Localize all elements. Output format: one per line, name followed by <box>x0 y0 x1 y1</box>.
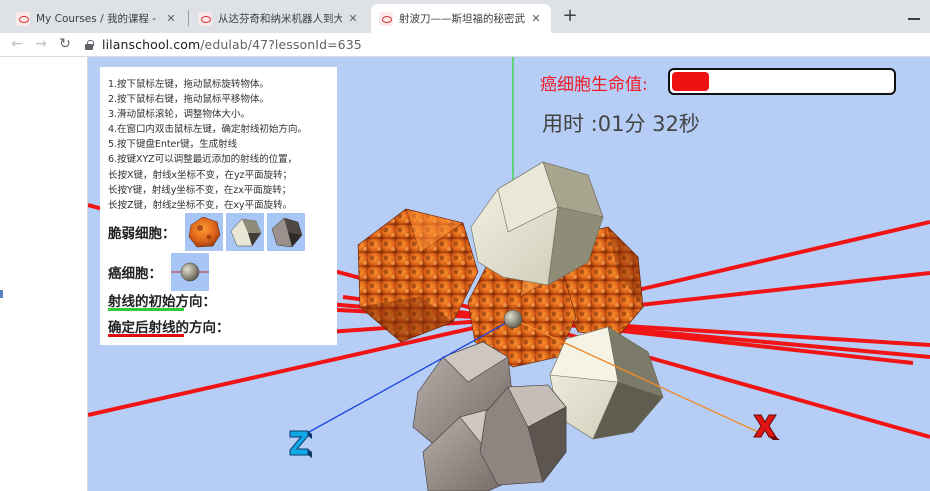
url-path: /edulab/47?lessonId=635 <box>200 37 362 52</box>
confirmed-ray-legend-line <box>108 334 184 337</box>
cancer-cell-thumbnail <box>171 253 209 291</box>
initial-ray-label: 射线的初始方向： <box>108 294 216 310</box>
instruction-line: 4.在窗口内双击鼠标左键，确定射线初始方向。 <box>108 124 307 136</box>
browser-toolbar: ← → ↻ lilanschool.com/edulab/47?lessonId… <box>0 33 930 57</box>
orange-cell-thumbnail <box>185 213 223 251</box>
scroll-marker <box>0 290 3 298</box>
site-favicon-icon <box>16 11 30 26</box>
tab-title: 射波刀——斯坦福的秘密武器 - <box>399 13 525 25</box>
tab-strip: My Courses / 我的课程 - Learn ✕ 从达芬奇和纳米机器人到大… <box>0 0 930 33</box>
site-favicon-icon <box>198 11 212 26</box>
cancer-cell <box>503 309 523 329</box>
tab-cyberknife[interactable]: 射波刀——斯坦福的秘密武器 - ✕ <box>371 4 551 33</box>
address-bar[interactable]: lilanschool.com/edulab/47?lessonId=635 <box>84 35 362 54</box>
close-tab-icon[interactable]: ✕ <box>529 12 543 25</box>
instruction-line: 6.按键XYZ可以调整最近添加的射线的位置， <box>108 154 298 166</box>
initial-ray-legend-line <box>108 308 184 311</box>
confirmed-ray-label: 确定后射线的方向： <box>108 320 230 336</box>
instruction-line: 长按Y键，射线y坐标不变，在zx平面旋转； <box>108 184 292 196</box>
lock-icon <box>84 39 94 50</box>
tab-title: 从达芬奇和纳米机器人到大白(16 <box>218 13 342 25</box>
z-axis-label-icon <box>289 430 312 458</box>
close-tab-icon[interactable]: ✕ <box>346 12 360 25</box>
instruction-line: 1.按下鼠标左键，拖动鼠标旋转物体。 <box>108 79 269 90</box>
new-tab-button[interactable]: + <box>560 6 580 26</box>
elapsed-time: 用时 :01分 32秒 <box>542 112 700 136</box>
cancer-life-bar <box>668 68 896 95</box>
cancer-life-display: 癌细胞生命值: <box>540 70 648 95</box>
reload-icon[interactable]: ↻ <box>56 35 74 53</box>
grey-cell-thumbnail <box>267 213 305 251</box>
back-arrow-icon[interactable]: ← <box>8 35 26 53</box>
instruction-line: 长按X键，射线x坐标不变，在yz平面旋转； <box>108 169 292 181</box>
minimize-window-icon[interactable] <box>908 18 920 20</box>
left-margin <box>0 57 88 491</box>
x-axis-label-icon <box>753 414 780 440</box>
cancer-life-bar-fill <box>672 72 710 91</box>
instruction-line: 5.按下键盘Enter键，生成射线 <box>108 139 238 151</box>
instruction-line: 3.滑动鼠标滚轮，调整物体大小。 <box>108 109 250 121</box>
instruction-line: 2.按下鼠标右键，拖动鼠标平移物体。 <box>108 94 269 106</box>
cancer-life-label: 癌细胞生命值: <box>540 75 648 95</box>
tab-title: My Courses / 我的课程 - Learn <box>36 13 160 25</box>
tab-nanorobots[interactable]: 从达芬奇和纳米机器人到大白(16 ✕ <box>190 4 368 33</box>
tab-my-courses[interactable]: My Courses / 我的课程 - Learn ✕ <box>8 4 186 33</box>
cancer-cell-label: 癌细胞： <box>108 266 162 282</box>
close-tab-icon[interactable]: ✕ <box>164 12 178 25</box>
cancer-cell-thumbnails <box>171 253 209 291</box>
forward-arrow-icon[interactable]: → <box>32 35 50 53</box>
white-cell-thumbnail <box>226 213 264 251</box>
site-favicon-icon <box>379 11 393 26</box>
instructions-panel: 1.按下鼠标左键，拖动鼠标旋转物体。 2.按下鼠标右键，拖动鼠标平移物体。 3.… <box>100 67 337 345</box>
url-host: lilanschool.com <box>102 37 201 52</box>
instruction-line: 长按Z键，射线z坐标不变，在xy平面旋转。 <box>108 199 292 211</box>
fragile-cell-label: 脆弱细胞： <box>108 226 176 242</box>
tab-separator <box>188 10 189 26</box>
fragile-cell-thumbnails <box>185 213 305 251</box>
